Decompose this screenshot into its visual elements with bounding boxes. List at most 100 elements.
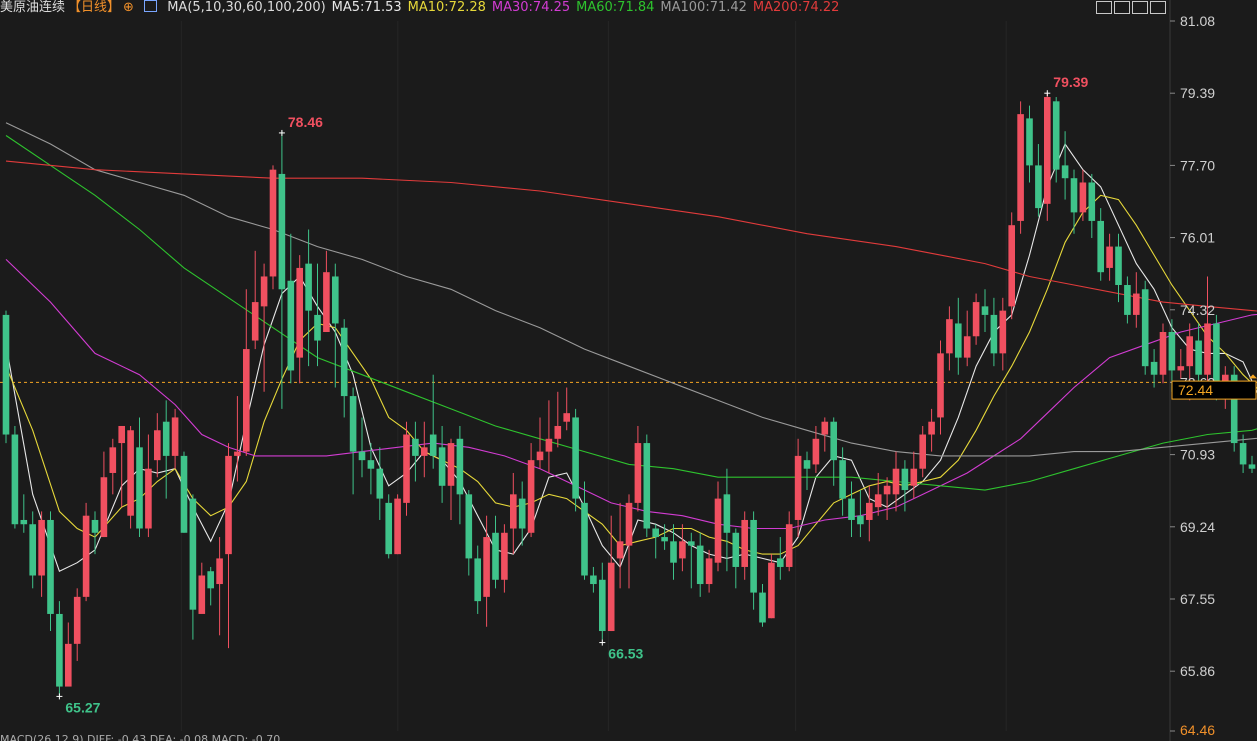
- candle: [545, 400, 553, 473]
- candle: [510, 472, 517, 555]
- candle: [136, 417, 143, 538]
- candle-body: [679, 541, 686, 559]
- candle-body: [367, 460, 375, 469]
- candle-body: [866, 502, 873, 520]
- candle: [91, 511, 99, 555]
- candle: [1035, 144, 1042, 217]
- candle: [323, 250, 330, 332]
- candle-body: [47, 519, 54, 614]
- candle-body: [794, 455, 802, 520]
- candle-body: [1195, 340, 1202, 375]
- candle-body: [65, 643, 72, 687]
- candle: [358, 417, 366, 478]
- candle-body: [474, 558, 481, 602]
- settings-icon[interactable]: ⊕: [123, 0, 134, 15]
- candle: [785, 511, 793, 572]
- candle-body: [127, 430, 134, 516]
- candle: [198, 562, 206, 614]
- candle-body: [1088, 182, 1096, 221]
- y-tick-label: 81.08: [1180, 13, 1215, 29]
- candle-body: [1239, 443, 1247, 465]
- candle-body: [1150, 361, 1158, 375]
- y-tick-label: 64.46: [1180, 722, 1215, 738]
- y-tick-label: 69.24: [1180, 519, 1215, 535]
- candle: [82, 502, 90, 602]
- candle: [1141, 280, 1149, 375]
- candle: [563, 387, 570, 431]
- candle: [216, 537, 223, 636]
- candlestick-chart[interactable]: 78.46 79.39 66.53 65.27 81.08 79.39 77.70 76.0…: [0, 0, 1257, 741]
- candle: [1008, 212, 1015, 320]
- candle: [73, 588, 81, 661]
- candle: [171, 408, 179, 469]
- candle-body: [1159, 331, 1167, 375]
- candle-body: [260, 276, 268, 307]
- candle: [910, 451, 918, 499]
- candle-body: [785, 524, 793, 567]
- ma-line-ma100: [5, 122, 1257, 457]
- candle-body: [278, 173, 286, 290]
- candle: [349, 387, 357, 495]
- period-selector[interactable]: 【日线】: [68, 0, 120, 15]
- candle: [65, 622, 72, 687]
- candle-body: [1044, 97, 1051, 204]
- ma-legend-0: MA5:71.53: [331, 0, 402, 15]
- layout-button[interactable]: [1114, 1, 1130, 14]
- candle-body: [1008, 225, 1015, 307]
- candle-body: [768, 562, 775, 619]
- candle-body: [421, 447, 428, 456]
- crosshair-button[interactable]: [1096, 1, 1112, 14]
- candle-body: [189, 498, 197, 610]
- candle: [714, 481, 722, 572]
- candle: [332, 263, 339, 388]
- candle-body: [171, 417, 179, 456]
- expand-button[interactable]: [1150, 1, 1166, 14]
- candle-body: [332, 276, 339, 324]
- candle: [518, 481, 526, 546]
- candle-body: [456, 438, 464, 495]
- candle: [963, 310, 971, 367]
- candle: [278, 131, 286, 409]
- candle-body: [1133, 293, 1140, 315]
- candle-body: [56, 613, 63, 687]
- candle: [821, 417, 829, 452]
- candle: [403, 421, 410, 516]
- candle-body: [403, 434, 410, 503]
- candle-body: [305, 263, 312, 311]
- panel-button[interactable]: [1132, 1, 1148, 14]
- candle: [554, 391, 562, 448]
- candle-body: [296, 267, 303, 358]
- candle-body: [429, 434, 437, 456]
- candle-body: [821, 421, 829, 435]
- candle: [394, 494, 401, 555]
- candle-body: [830, 421, 837, 461]
- candle-body: [394, 498, 401, 555]
- candle: [857, 490, 864, 538]
- candle-body: [358, 451, 366, 461]
- candle-body: [910, 468, 918, 486]
- candle: [1248, 455, 1256, 473]
- candle: [29, 511, 36, 589]
- candle-body: [20, 519, 28, 525]
- candle: [1159, 323, 1167, 384]
- candle: [305, 229, 312, 367]
- candle: [314, 263, 321, 367]
- candle-body: [38, 519, 45, 576]
- symbol-title: 美原油连续: [0, 0, 66, 15]
- candle-body: [848, 498, 855, 520]
- candle-body: [874, 494, 882, 508]
- chart-header: 美原油连续 【日线】 ⊕ MA(5,10,30,60,100,200) MA5:71.…: [0, 0, 1170, 16]
- candle: [180, 451, 188, 533]
- candle-body: [492, 532, 499, 580]
- candle-body: [741, 519, 748, 567]
- candle: [1150, 349, 1158, 388]
- candle-body: [154, 430, 161, 461]
- candle: [465, 490, 473, 576]
- candle: [2, 310, 10, 444]
- candle: [1115, 233, 1122, 303]
- candle-body: [901, 468, 909, 491]
- candle-body: [269, 169, 277, 277]
- candle-body: [91, 519, 99, 533]
- candle: [1204, 276, 1211, 388]
- candle-body: [652, 528, 659, 538]
